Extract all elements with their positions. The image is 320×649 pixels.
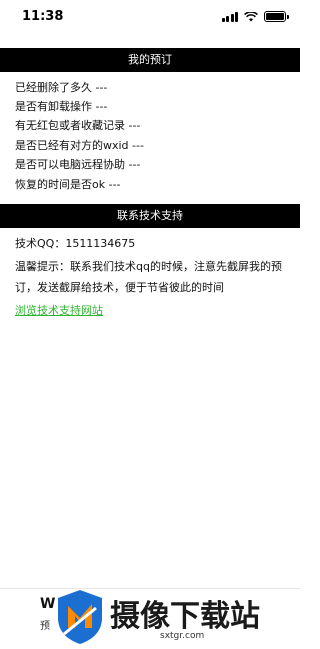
reservation-header: 我的预订 (0, 48, 300, 72)
status-icons (221, 11, 289, 22)
bottom-subtitle: 预 (40, 621, 50, 632)
reservation-item: 是否已经有对方的wxid --- (15, 139, 144, 152)
watermark-text: 摄像下载站 (110, 599, 260, 634)
support-header: 联系技术支持 (0, 204, 300, 228)
reservation-item: 是否有卸载操作 --- (15, 100, 108, 113)
support-website-link[interactable]: 浏览技术支持网站 (15, 302, 103, 318)
status-bar: 11:38 (0, 0, 300, 34)
wifi-icon (244, 11, 258, 21)
tip-text: 温馨提示：联系我们技术qq的时候，注意先截屏我的预订，发送截屏给技术，便于节省彼… (15, 260, 282, 294)
qq-contact: 技术QQ：1511134675 (15, 237, 136, 250)
watermark-logo-icon (58, 590, 102, 644)
reservation-item: 恢复的时间是否ok --- (15, 178, 121, 191)
reservation-item: 有无红包或者收藏记录 --- (15, 119, 141, 132)
cellular-signal-icon (221, 11, 238, 22)
watermark: 摄像下载站 sxtgr.com (52, 585, 300, 649)
watermark-url: sxtgr.com (160, 631, 205, 641)
battery-icon (264, 11, 289, 22)
reservation-item: 已经删除了多久 --- (15, 81, 108, 94)
reservation-item: 是否可以电脑远程协助 --- (15, 158, 141, 171)
status-time: 11:38 (22, 9, 64, 24)
